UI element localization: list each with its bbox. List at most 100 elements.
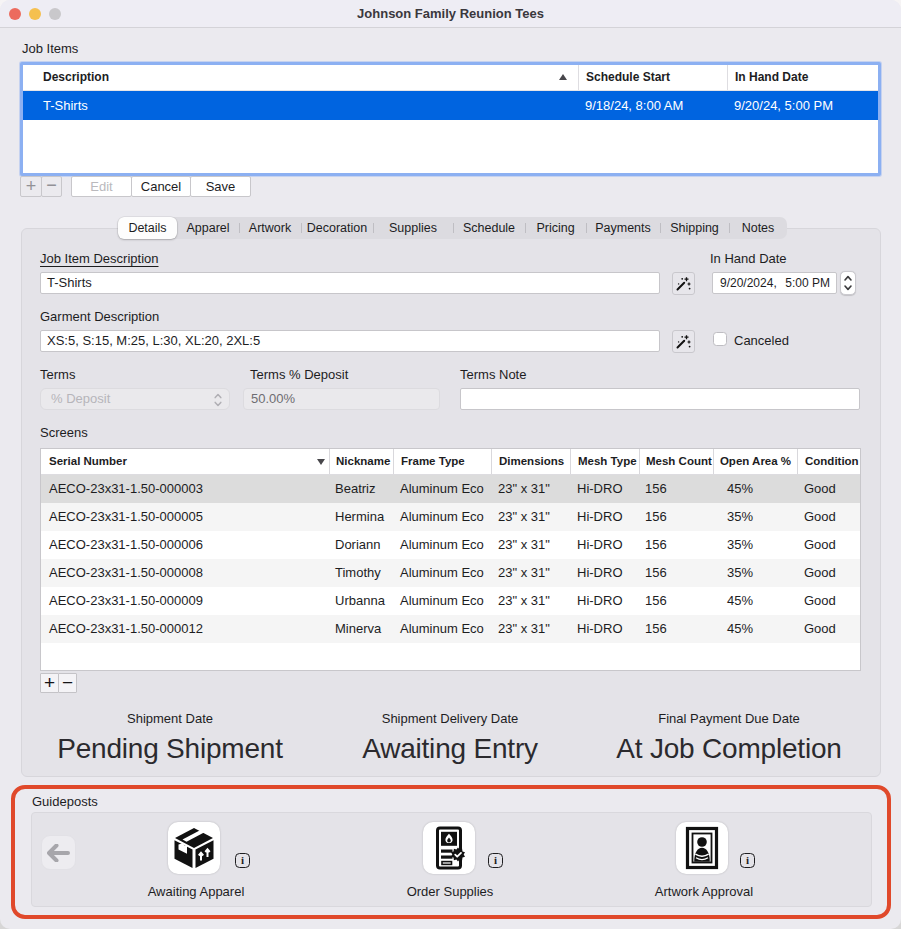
date-stepper[interactable]	[840, 271, 856, 295]
cell-open-area: 45%	[713, 587, 797, 615]
tab-payments[interactable]: Payments	[586, 217, 660, 239]
guideposts-back-button[interactable]	[41, 835, 76, 870]
job-item-description-cell: T-Shirts	[23, 91, 578, 120]
screens-col-dimensions[interactable]: Dimensions	[491, 449, 570, 474]
autofill-wand-button[interactable]	[672, 272, 695, 295]
screens-row[interactable]: AECO-23x31-1.50-000008 Timothy Aluminum …	[41, 559, 860, 587]
cell-serial: AECO-23x31-1.50-000005	[41, 503, 329, 531]
terms-deposit-label: Terms % Deposit	[250, 367, 348, 382]
edit-button[interactable]: Edit	[71, 176, 132, 197]
artwork-approval-info-icon[interactable]: i	[740, 853, 755, 868]
job-item-description-label: Job Item Description	[40, 251, 159, 266]
cell-nickname: Timothy	[329, 559, 393, 587]
cell-dimensions: 23" x 31"	[491, 503, 570, 531]
cell-condition: Good	[797, 531, 860, 559]
screens-col-nickname[interactable]: Nickname	[329, 449, 393, 474]
canceled-checkbox[interactable]	[713, 332, 727, 346]
autofill-wand-button-2[interactable]	[672, 330, 695, 353]
tab-details[interactable]: Details	[118, 217, 177, 239]
tab-decoration[interactable]: Decoration	[301, 217, 373, 239]
screens-col-open-area[interactable]: Open Area %	[713, 449, 797, 474]
cell-condition: Good	[797, 587, 860, 615]
cell-condition: Good	[797, 475, 860, 503]
shipment-date-label: Shipment Date	[20, 711, 320, 726]
job-items-remove-button[interactable]: −	[41, 176, 62, 197]
cell-mesh-count: 156	[639, 503, 713, 531]
screens-add-button[interactable]: +	[40, 673, 59, 693]
screens-row[interactable]: AECO-23x31-1.50-000003 Beatriz Aluminum …	[41, 475, 860, 503]
in-hand-date-time-part[interactable]: 5:00 PM	[785, 273, 830, 293]
job-item-row-selected[interactable]: T-Shirts 9/18/24, 8:00 AM 9/20/24, 5:00 …	[23, 91, 878, 120]
screens-row[interactable]: AECO-23x31-1.50-000009 Urbanna Aluminum …	[41, 587, 860, 615]
cell-mesh-type: Hi-DRO	[570, 531, 639, 559]
cell-open-area: 35%	[713, 531, 797, 559]
cell-dimensions: 23" x 31"	[491, 475, 570, 503]
in-hand-date-date-part[interactable]: 9/20/2024,	[720, 273, 777, 293]
tab-apparel[interactable]: Apparel	[177, 217, 239, 239]
terms-note-input[interactable]	[460, 388, 860, 410]
order-supplies-button[interactable]	[423, 822, 475, 874]
artwork-approval-button[interactable]	[676, 822, 728, 874]
final-payment-due-date-value: At Job Completion	[579, 733, 879, 765]
awaiting-apparel-info-icon[interactable]: i	[235, 853, 250, 868]
cancel-button[interactable]: Cancel	[131, 176, 191, 197]
cell-mesh-count: 156	[639, 531, 713, 559]
job-item-description-input[interactable]: T-Shirts	[40, 272, 660, 294]
terms-popup-button[interactable]: % Deposit	[40, 388, 230, 410]
in-hand-date-input[interactable]: 9/20/2024, 5:00 PM	[712, 272, 837, 294]
screens-remove-button[interactable]: −	[58, 673, 77, 693]
order-supplies-info-icon[interactable]: i	[488, 853, 503, 868]
cell-mesh-count: 156	[639, 587, 713, 615]
tab-artwork[interactable]: Artwork	[239, 217, 301, 239]
awaiting-apparel-label: Awaiting Apparel	[96, 884, 296, 899]
title-bar: Johnson Family Reunion Tees	[0, 0, 901, 28]
screens-col-frame-type[interactable]: Frame Type	[393, 449, 491, 474]
screens-col-condition[interactable]: Condition	[797, 449, 860, 474]
cell-dimensions: 23" x 31"	[491, 615, 570, 643]
terms-label: Terms	[40, 367, 75, 382]
job-items-col-in-hand-date[interactable]: In Hand Date	[727, 65, 878, 90]
screens-col-serial[interactable]: Serial Number	[41, 449, 329, 474]
cell-open-area: 45%	[713, 615, 797, 643]
screens-col-mesh-type[interactable]: Mesh Type	[570, 449, 639, 474]
stepper-arrows-icon	[843, 274, 853, 292]
package-icon	[172, 826, 216, 870]
cell-nickname: Beatriz	[329, 475, 393, 503]
save-button[interactable]: Save	[190, 176, 251, 197]
cell-mesh-type: Hi-DRO	[570, 587, 639, 615]
framed-artwork-icon	[680, 826, 724, 870]
awaiting-apparel-button[interactable]	[168, 822, 220, 874]
screens-table[interactable]: Serial Number Nickname Frame Type Dimens…	[40, 448, 861, 671]
cell-frame-type: Aluminum Eco	[393, 531, 491, 559]
final-payment-due-date-label: Final Payment Due Date	[579, 711, 879, 726]
shipment-delivery-date-label: Shipment Delivery Date	[300, 711, 600, 726]
screens-row[interactable]: AECO-23x31-1.50-000005 Hermina Aluminum …	[41, 503, 860, 531]
garment-description-input[interactable]: XS:5, S:15, M:25, L:30, XL:20, 2XL:5	[40, 330, 660, 352]
cell-frame-type: Aluminum Eco	[393, 587, 491, 615]
cell-nickname: Minerva	[329, 615, 393, 643]
cell-serial: AECO-23x31-1.50-000008	[41, 559, 329, 587]
tab-supplies[interactable]: Supplies	[373, 217, 453, 239]
cell-mesh-type: Hi-DRO	[570, 475, 639, 503]
job-items-table[interactable]: Description Schedule Start In Hand Date …	[20, 62, 881, 176]
cell-condition: Good	[797, 503, 860, 531]
tab-pricing[interactable]: Pricing	[525, 217, 586, 239]
magic-wand-icon	[676, 334, 691, 349]
tab-schedule[interactable]: Schedule	[453, 217, 525, 239]
cell-mesh-count: 156	[639, 615, 713, 643]
terms-deposit-input[interactable]: 50.00%	[243, 388, 440, 410]
screens-col-mesh-count[interactable]: Mesh Count	[639, 449, 713, 474]
tab-notes[interactable]: Notes	[729, 217, 787, 239]
supplies-label-icon	[427, 826, 471, 870]
cell-dimensions: 23" x 31"	[491, 587, 570, 615]
cell-serial: AECO-23x31-1.50-000009	[41, 587, 329, 615]
cell-mesh-count: 156	[639, 559, 713, 587]
tab-shipping[interactable]: Shipping	[660, 217, 729, 239]
job-items-col-schedule-start[interactable]: Schedule Start	[578, 65, 727, 90]
job-items-add-button[interactable]: +	[20, 176, 42, 197]
popup-chevrons-icon	[214, 393, 222, 407]
screens-row[interactable]: AECO-23x31-1.50-000006 Doriann Aluminum …	[41, 531, 860, 559]
job-items-col-description[interactable]: Description	[23, 65, 578, 90]
job-item-in-hand-date-cell: 9/20/24, 5:00 PM	[727, 91, 878, 120]
screens-row[interactable]: AECO-23x31-1.50-000012 Minerva Aluminum …	[41, 615, 860, 643]
